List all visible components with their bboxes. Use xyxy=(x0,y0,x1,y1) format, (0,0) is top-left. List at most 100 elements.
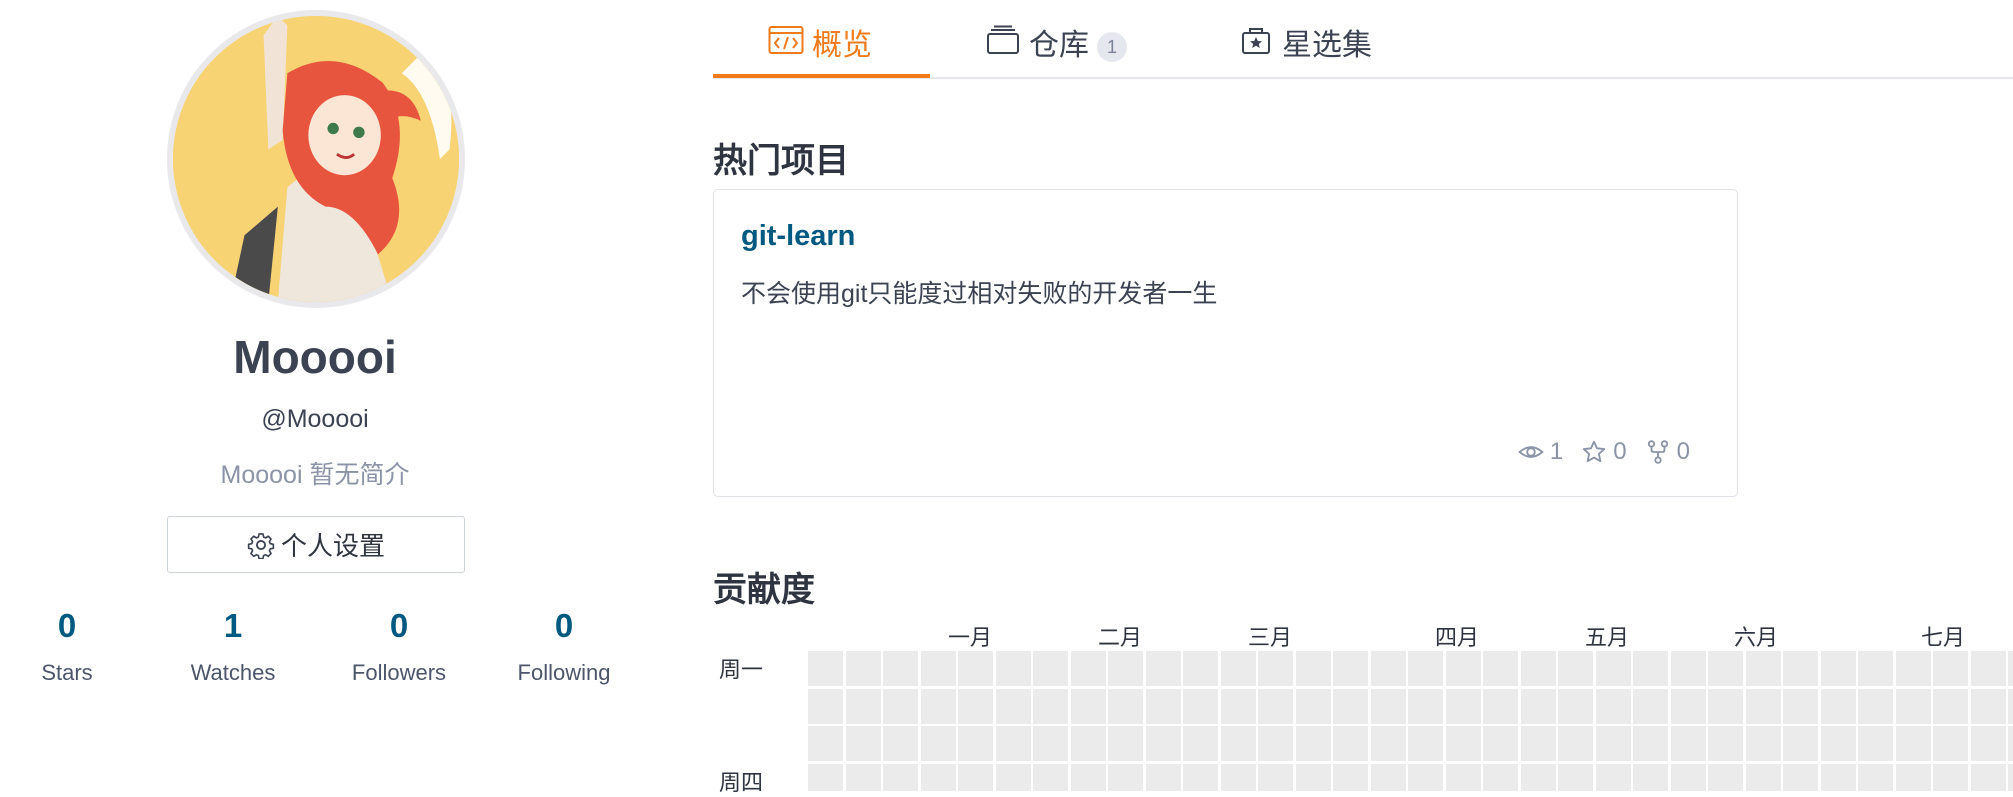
contribution-cell[interactable] xyxy=(1408,651,1443,686)
contribution-cell[interactable] xyxy=(1670,726,1706,761)
contribution-cell[interactable] xyxy=(1333,688,1368,724)
contribution-cell[interactable] xyxy=(1145,726,1181,761)
contribution-cell[interactable] xyxy=(1520,763,1556,791)
tab-collections[interactable]: 星选集 xyxy=(1238,20,1372,79)
contribution-cell[interactable] xyxy=(1745,651,1781,686)
contribution-cell[interactable] xyxy=(1408,688,1443,724)
contribution-cell[interactable] xyxy=(1258,651,1293,686)
contribution-cell[interactable] xyxy=(1033,763,1068,791)
contribution-cell[interactable] xyxy=(1933,763,1968,791)
contribution-cell[interactable] xyxy=(1558,688,1593,724)
contribution-cell[interactable] xyxy=(1483,651,1518,686)
contribution-cell[interactable] xyxy=(1145,763,1181,791)
contribution-cell[interactable] xyxy=(995,651,1031,686)
contribution-cell[interactable] xyxy=(2008,688,2013,724)
contribution-cell[interactable] xyxy=(1820,763,1856,791)
contribution-cell[interactable] xyxy=(920,763,956,791)
contribution-cell[interactable] xyxy=(1558,726,1593,761)
contribution-cell[interactable] xyxy=(1483,726,1518,761)
contribution-cell[interactable] xyxy=(808,688,843,724)
contribution-cell[interactable] xyxy=(1408,726,1443,761)
contribution-cell[interactable] xyxy=(1708,726,1743,761)
contribution-cell[interactable] xyxy=(1033,651,1068,686)
contribution-cell[interactable] xyxy=(1895,763,1931,791)
contribution-cell[interactable] xyxy=(1070,651,1106,686)
contribution-cell[interactable] xyxy=(1783,763,1818,791)
contribution-cell[interactable] xyxy=(1783,726,1818,761)
contribution-cell[interactable] xyxy=(845,763,881,791)
contribution-cell[interactable] xyxy=(958,763,993,791)
contribution-cell[interactable] xyxy=(920,651,956,686)
contribution-cell[interactable] xyxy=(995,726,1031,761)
contribution-cell[interactable] xyxy=(1970,688,2006,724)
contribution-cell[interactable] xyxy=(1520,688,1556,724)
contribution-cell[interactable] xyxy=(1370,763,1406,791)
contribution-cell[interactable] xyxy=(1370,688,1406,724)
contribution-cell[interactable] xyxy=(1220,726,1256,761)
contribution-cell[interactable] xyxy=(1970,763,2006,791)
contribution-cell[interactable] xyxy=(1745,688,1781,724)
contribution-cell[interactable] xyxy=(995,763,1031,791)
contribution-cell[interactable] xyxy=(883,651,918,686)
contribution-cell[interactable] xyxy=(1183,763,1218,791)
contribution-cell[interactable] xyxy=(1670,763,1706,791)
contribution-cell[interactable] xyxy=(1633,763,1668,791)
contribution-cell[interactable] xyxy=(995,688,1031,724)
contribution-cell[interactable] xyxy=(1858,688,1893,724)
watch-count[interactable]: 1 xyxy=(1518,438,1563,466)
contribution-cell[interactable] xyxy=(845,651,881,686)
stat-watches[interactable]: 1 Watches xyxy=(150,606,316,686)
contribution-cell[interactable] xyxy=(1858,763,1893,791)
contribution-cell[interactable] xyxy=(1595,688,1631,724)
contribution-cell[interactable] xyxy=(1633,688,1668,724)
contribution-cell[interactable] xyxy=(1633,651,1668,686)
contribution-cell[interactable] xyxy=(1595,726,1631,761)
contribution-cell[interactable] xyxy=(1070,726,1106,761)
contribution-cell[interactable] xyxy=(1933,726,1968,761)
avatar[interactable] xyxy=(167,10,465,308)
contribution-cell[interactable] xyxy=(883,763,918,791)
contribution-cell[interactable] xyxy=(808,726,843,761)
contribution-cell[interactable] xyxy=(1370,651,1406,686)
contribution-cell[interactable] xyxy=(1295,651,1331,686)
contribution-cell[interactable] xyxy=(1258,763,1293,791)
contribution-cell[interactable] xyxy=(1183,726,1218,761)
contribution-cell[interactable] xyxy=(1633,726,1668,761)
contribution-cell[interactable] xyxy=(1145,688,1181,724)
tab-overview[interactable]: 概览 xyxy=(768,20,872,79)
contribution-cell[interactable] xyxy=(808,651,843,686)
contribution-cell[interactable] xyxy=(1858,651,1893,686)
contribution-cell[interactable] xyxy=(1708,688,1743,724)
contribution-cell[interactable] xyxy=(1558,763,1593,791)
contribution-cell[interactable] xyxy=(1295,763,1331,791)
contribution-cell[interactable] xyxy=(1445,726,1481,761)
contribution-cell[interactable] xyxy=(1820,726,1856,761)
contribution-cell[interactable] xyxy=(1520,651,1556,686)
contribution-cell[interactable] xyxy=(1670,651,1706,686)
contribution-cell[interactable] xyxy=(2008,763,2013,791)
contribution-cell[interactable] xyxy=(1370,726,1406,761)
contribution-cell[interactable] xyxy=(1483,763,1518,791)
contribution-cell[interactable] xyxy=(1820,688,1856,724)
contribution-cell[interactable] xyxy=(920,726,956,761)
contribution-cell[interactable] xyxy=(1895,651,1931,686)
contribution-cell[interactable] xyxy=(1483,688,1518,724)
contribution-cell[interactable] xyxy=(1258,726,1293,761)
contribution-cell[interactable] xyxy=(1820,651,1856,686)
contribution-cell[interactable] xyxy=(1258,688,1293,724)
contribution-cell[interactable] xyxy=(1895,688,1931,724)
contribution-cell[interactable] xyxy=(1333,726,1368,761)
contribution-cell[interactable] xyxy=(1595,763,1631,791)
contribution-cell[interactable] xyxy=(2008,726,2013,761)
contribution-cell[interactable] xyxy=(1595,651,1631,686)
contribution-cell[interactable] xyxy=(1933,651,1968,686)
contribution-cell[interactable] xyxy=(1108,688,1143,724)
personal-settings-button[interactable]: 个人设置 xyxy=(167,516,465,573)
contribution-cell[interactable] xyxy=(1333,763,1368,791)
contribution-cell[interactable] xyxy=(1183,651,1218,686)
contribution-cell[interactable] xyxy=(1970,726,2006,761)
contribution-cell[interactable] xyxy=(808,763,843,791)
stat-following[interactable]: 0 Following xyxy=(481,606,647,686)
contribution-cell[interactable] xyxy=(1933,688,1968,724)
contribution-cell[interactable] xyxy=(1108,763,1143,791)
